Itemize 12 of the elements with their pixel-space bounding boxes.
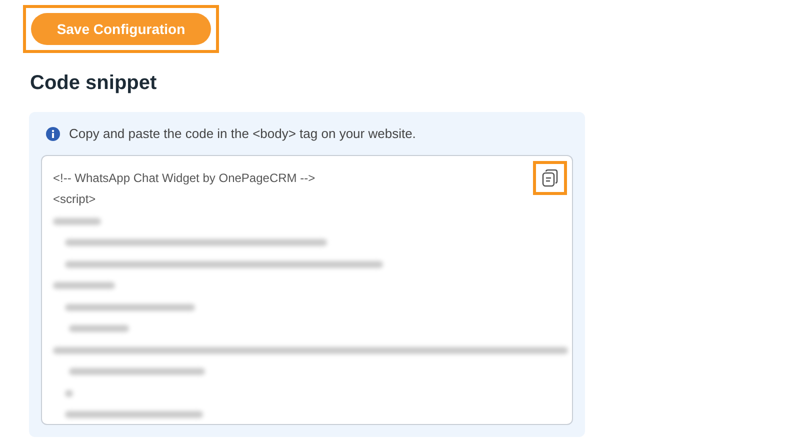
section-title: Code snippet [30, 71, 158, 95]
copy-button[interactable] [540, 168, 560, 188]
info-icon [46, 126, 60, 141]
info-text: Copy and paste the code in the <body> tag on your website. [69, 125, 416, 143]
copy-icon [540, 168, 560, 188]
redacted-code-line [53, 218, 101, 225]
redacted-code-line [65, 390, 73, 397]
redacted-code-line [53, 282, 115, 290]
code-line: <script> [53, 191, 96, 208]
code-line: <!-- WhatsApp Chat Widget by OnePageCRM --> [53, 170, 316, 186]
redacted-code-line [69, 325, 129, 332]
save-configuration-button[interactable]: Save Configuration [31, 13, 211, 45]
